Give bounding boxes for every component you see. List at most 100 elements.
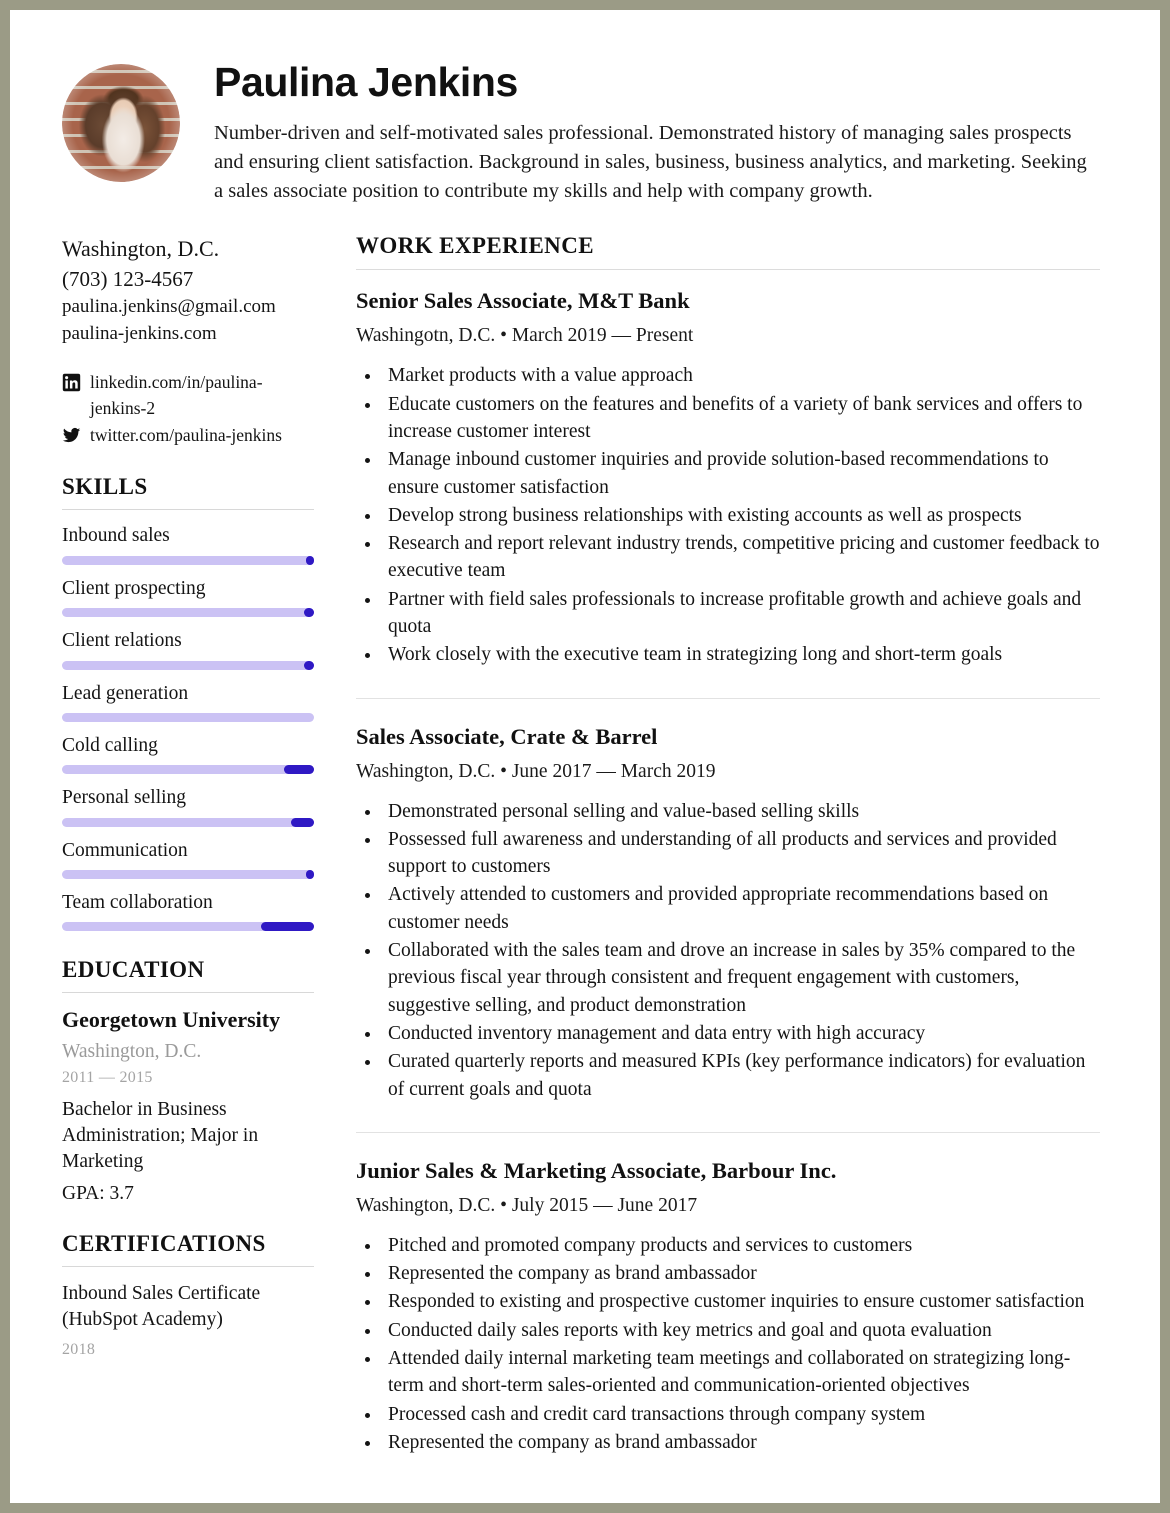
job-bullet: Conducted inventory management and data … xyxy=(382,1020,1100,1047)
resume-page: Paulina Jenkins Number-driven and self-m… xyxy=(10,10,1160,1503)
skill-slider[interactable] xyxy=(62,712,314,722)
social-link-twitter-label: twitter.com/paulina-jenkins xyxy=(90,425,282,446)
skill-label: Inbound sales xyxy=(62,525,170,547)
skill-slider[interactable] xyxy=(62,608,314,618)
job-bullet: Attended daily internal marketing team m… xyxy=(382,1345,1100,1400)
job-bullet: Market products with a value approach xyxy=(382,362,1100,389)
skill-item: Cold calling xyxy=(62,734,314,775)
job-meta: Washingotn, D.C. • March 2019 — Present xyxy=(356,325,694,347)
resume-body: Washington, D.C. (703) 123-4567 paulina.… xyxy=(10,205,1160,1460)
contact-phone[interactable]: (703) 123-4567 xyxy=(62,265,314,295)
skill-slider-handle[interactable] xyxy=(283,765,314,775)
contact-email[interactable]: paulina.jenkins@gmail.com xyxy=(62,294,314,321)
job-entry: Sales Associate, Crate & Barrel Washingto… xyxy=(356,723,1100,1103)
job-bullet: Curated quarterly reports and measured K… xyxy=(382,1048,1100,1103)
job-bullet: Conducted daily sales reports with key m… xyxy=(382,1317,1100,1344)
page-title: Paulina Jenkins xyxy=(214,59,518,105)
photo-vignette xyxy=(62,64,180,182)
job-bullet-list: Demonstrated personal selling and value-… xyxy=(356,798,1100,1103)
skills-heading: SKILLS xyxy=(62,474,148,500)
skill-slider[interactable] xyxy=(62,922,314,932)
linkedin-icon xyxy=(62,374,81,392)
job-bullet: Collaborated with the sales team and dro… xyxy=(382,937,1100,1019)
skill-slider-handle[interactable] xyxy=(306,555,314,565)
skill-item: Inbound sales xyxy=(62,524,314,565)
skill-slider[interactable] xyxy=(62,765,314,775)
resume-header: Paulina Jenkins Number-driven and self-m… xyxy=(10,10,1160,205)
skill-label: Team collaboration xyxy=(62,892,213,914)
job-bullet: Responded to existing and prospective cu… xyxy=(382,1288,1100,1315)
profile-summary: Number-driven and self-motivated sales p… xyxy=(214,122,1087,202)
education-school: Georgetown University xyxy=(62,1007,281,1033)
education-entry: Georgetown University Washington, D.C. 2… xyxy=(62,1007,314,1204)
skill-slider-handle[interactable] xyxy=(303,608,314,618)
job-bullet: Demonstrated personal selling and value-… xyxy=(382,798,1100,825)
skill-slider[interactable] xyxy=(62,555,314,565)
skills-divider xyxy=(62,509,314,511)
skill-slider[interactable] xyxy=(62,817,314,827)
job-meta: Washington, D.C. • July 2015 — June 2017 xyxy=(356,1194,698,1216)
skill-label: Client relations xyxy=(62,630,182,652)
avatar xyxy=(62,64,180,182)
certifications-divider xyxy=(62,1265,314,1267)
job-bullet: Work closely with the executive team in … xyxy=(382,641,1100,668)
skill-label: Communication xyxy=(62,839,188,861)
certification-year: 2018 xyxy=(62,1341,96,1359)
job-bullet: Actively attended to customers and provi… xyxy=(382,881,1100,936)
job-bullet: Represented the company as brand ambassa… xyxy=(382,1260,1100,1287)
skill-item: Team collaboration xyxy=(62,891,314,932)
main-column: WORK EXPERIENCE Senior Sales Associate, … xyxy=(314,233,1100,1460)
education-gpa: GPA: 3.7 xyxy=(62,1182,134,1204)
job-bullet: Partner with field sales professionals t… xyxy=(382,586,1100,641)
job-divider xyxy=(356,697,1100,699)
skill-slider-handle[interactable] xyxy=(291,817,314,827)
skill-slider-handle[interactable] xyxy=(306,870,314,880)
twitter-icon xyxy=(62,428,81,443)
job-bullet-list: Market products with a value approachEdu… xyxy=(356,362,1100,668)
contact-website[interactable]: paulina-jenkins.com xyxy=(62,321,314,348)
skill-item: Communication xyxy=(62,839,314,880)
social-link-linkedin[interactable]: linkedin.com/in/paulina-jenkins-2 xyxy=(62,370,314,421)
skill-item: Personal selling xyxy=(62,786,314,827)
experience-divider xyxy=(356,269,1100,271)
social-links: linkedin.com/in/paulina-jenkins-2 twitte… xyxy=(62,370,314,448)
certification-name: Inbound Sales Certificate (HubSpot Acade… xyxy=(62,1282,261,1330)
sidebar: Washington, D.C. (703) 123-4567 paulina.… xyxy=(62,233,314,1359)
job-title: Junior Sales & Marketing Associate, Barb… xyxy=(356,1157,837,1183)
certification-entry: Inbound Sales Certificate (HubSpot Acade… xyxy=(62,1281,314,1360)
education-degree: Bachelor in Business Administration; Maj… xyxy=(62,1098,259,1172)
job-bullet: Pitched and promoted company products an… xyxy=(382,1232,1100,1259)
job-bullet: Processed cash and credit card transacti… xyxy=(382,1401,1100,1428)
job-title: Senior Sales Associate, M&T Bank xyxy=(356,288,690,314)
job-title: Sales Associate, Crate & Barrel xyxy=(356,723,658,749)
education-years: 2011 — 2015 xyxy=(62,1068,153,1086)
job-bullet: Research and report relevant industry tr… xyxy=(382,530,1100,585)
social-link-linkedin-label: linkedin.com/in/paulina-jenkins-2 xyxy=(90,372,263,418)
social-link-twitter[interactable]: twitter.com/paulina-jenkins xyxy=(62,423,314,448)
job-bullet-list: Pitched and promoted company products an… xyxy=(356,1232,1100,1456)
job-bullet: Develop strong business relationships wi… xyxy=(382,502,1100,529)
job-entry: Junior Sales & Marketing Associate, Barb… xyxy=(356,1157,1100,1456)
skill-label: Cold calling xyxy=(62,734,158,756)
skill-slider-handle[interactable] xyxy=(303,660,314,670)
skill-slider-handle[interactable] xyxy=(261,922,314,932)
job-bullet: Represented the company as brand ambassa… xyxy=(382,1429,1100,1456)
job-bullet: Educate customers on the features and be… xyxy=(382,391,1100,446)
certifications-heading: CERTIFICATIONS xyxy=(62,1230,266,1256)
skill-item: Client prospecting xyxy=(62,577,314,618)
job-divider xyxy=(356,1131,1100,1133)
skill-label: Personal selling xyxy=(62,787,187,809)
experience-heading: WORK EXPERIENCE xyxy=(356,233,594,259)
skill-slider[interactable] xyxy=(62,870,314,880)
job-bullet: Manage inbound customer inquiries and pr… xyxy=(382,446,1100,501)
skill-label: Lead generation xyxy=(62,682,189,704)
contact-city: Washington, D.C. xyxy=(62,236,220,262)
skills-list: Inbound sales Client prospecting Client re… xyxy=(62,524,314,932)
header-text-block: Paulina Jenkins Number-driven and self-m… xyxy=(180,58,1100,205)
job-entry: Senior Sales Associate, M&T Bank Washingo… xyxy=(356,287,1100,668)
education-divider xyxy=(62,992,314,994)
skill-label: Client prospecting xyxy=(62,577,206,599)
skill-slider[interactable] xyxy=(62,660,314,670)
education-location: Washington, D.C. xyxy=(62,1040,202,1062)
skill-item: Lead generation xyxy=(62,682,314,722)
